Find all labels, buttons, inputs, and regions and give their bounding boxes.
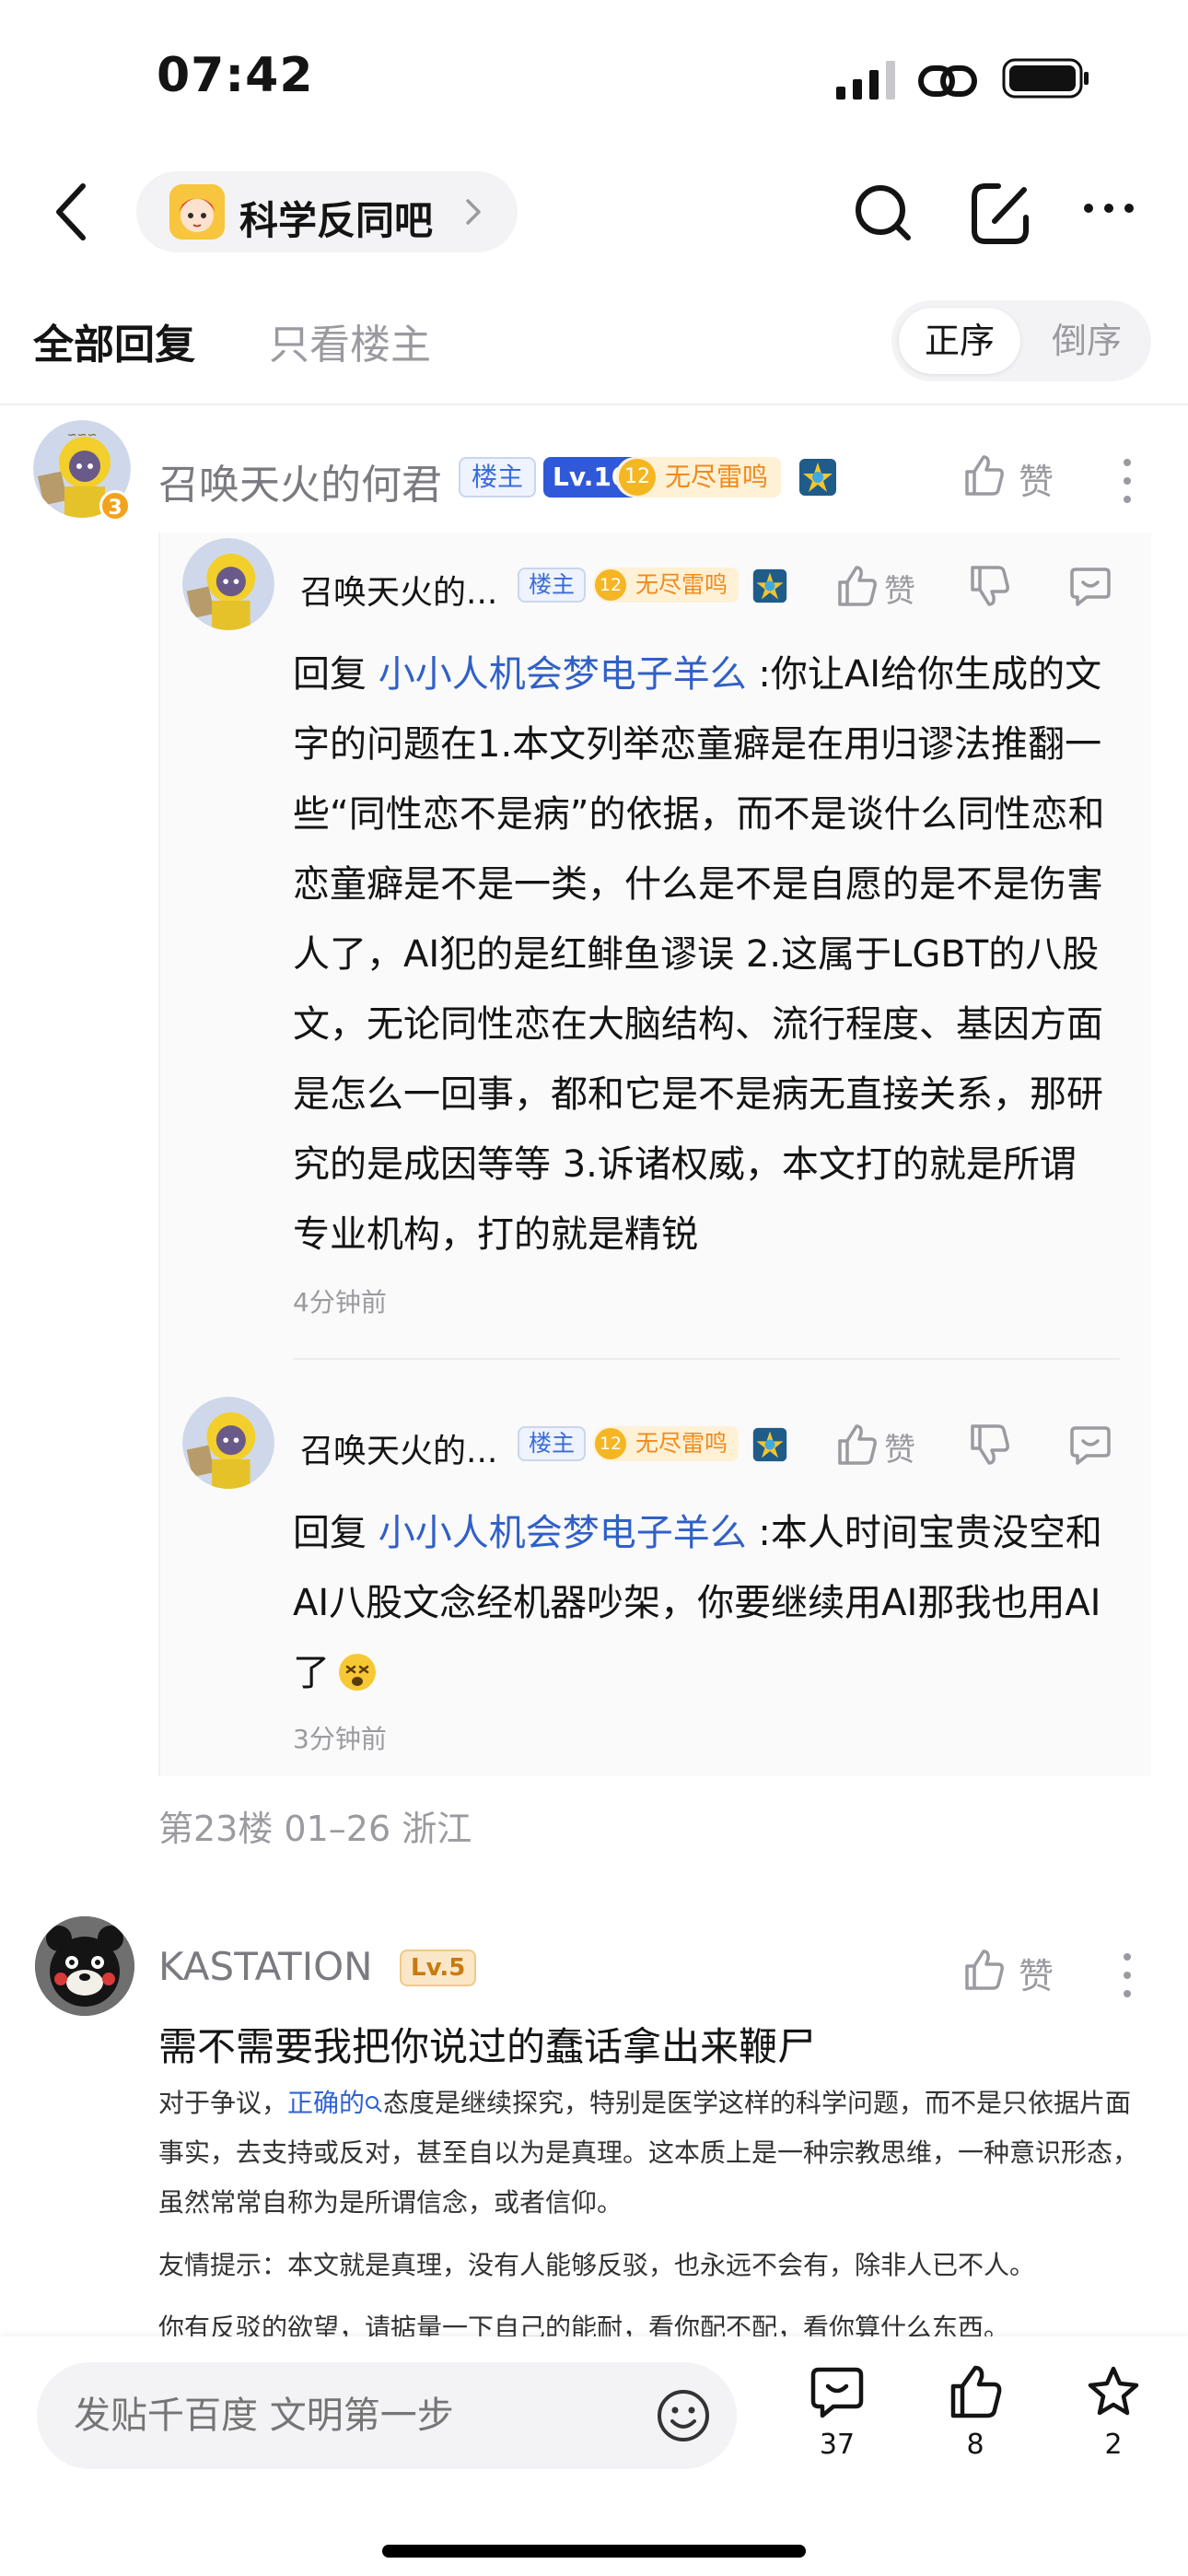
divider bbox=[0, 404, 1188, 405]
reply-comment-icon[interactable] bbox=[1068, 1423, 1112, 1467]
author-name[interactable]: 召唤天火的何君 bbox=[158, 451, 442, 510]
forum-mascot-icon bbox=[169, 184, 225, 240]
chevron-right-icon bbox=[466, 199, 481, 225]
cellular-signal-icon bbox=[836, 61, 895, 100]
title-badge-label: 无尽雷鸣 bbox=[635, 1430, 728, 1457]
bear-avatar-icon bbox=[35, 1916, 134, 2016]
battery-icon bbox=[1002, 58, 1089, 99]
comment-count-button[interactable]: 37 bbox=[796, 2364, 879, 2475]
reply-filter-tabs: 全部回复 只看楼主 正序 倒序 bbox=[0, 287, 1188, 394]
avatar[interactable] bbox=[182, 1397, 274, 1489]
thumbs-up-icon bbox=[950, 2365, 1002, 2418]
divider bbox=[293, 1358, 1120, 1360]
host-badge: 楼主 bbox=[518, 1426, 587, 1461]
user-avatar-icon bbox=[182, 1397, 274, 1489]
level-badge: Lv.5 bbox=[400, 1950, 477, 1986]
reply-author-name[interactable]: 召唤天火的... bbox=[300, 1424, 497, 1472]
post-menu-icon[interactable] bbox=[1120, 1950, 1135, 2001]
like-button[interactable]: 赞 bbox=[961, 450, 1072, 505]
mention-link[interactable]: 小小人机会梦电子羊么 bbox=[379, 1512, 747, 1554]
author-name[interactable]: KASTATION bbox=[158, 1944, 373, 1989]
nav-bar: 科学反同吧 bbox=[0, 157, 1188, 267]
reply-body: 回复 小小人机会梦电子羊么 :本人时间宝贵没空和AI八股文念经机器吵架，你要继续… bbox=[293, 1498, 1112, 1708]
medal-icon bbox=[752, 1427, 787, 1462]
status-bar: 07:42 bbox=[0, 0, 1188, 157]
title-level: 12 bbox=[595, 1428, 626, 1459]
sort-ascending-button[interactable]: 正序 bbox=[899, 308, 1020, 374]
thumbs-down-icon[interactable] bbox=[967, 564, 1011, 608]
status-time: 07:42 bbox=[157, 48, 314, 103]
personal-hotspot-icon bbox=[918, 65, 977, 97]
emoji-icon[interactable] bbox=[656, 2388, 711, 2443]
title-level: 12 bbox=[595, 569, 626, 601]
thumbs-up-icon bbox=[965, 455, 1004, 496]
reply-prefix: 回复 bbox=[293, 653, 379, 696]
like-count-button[interactable]: 8 bbox=[934, 2364, 1017, 2475]
post-body: 需不需要我把你说过的蠢话拿出来鞭尸 bbox=[158, 2024, 817, 2069]
like-count: 8 bbox=[966, 2429, 984, 2461]
quote-text: 对于争议， bbox=[158, 2088, 288, 2118]
host-badge: 楼主 bbox=[459, 457, 537, 498]
star-icon bbox=[1088, 2366, 1139, 2416]
avatar[interactable] bbox=[182, 538, 274, 630]
reply-prefix: 回复 bbox=[293, 1512, 379, 1554]
post-menu-icon[interactable] bbox=[1120, 455, 1135, 507]
quote-paragraph: 友情提示：本文就是真理，没有人能够反驳，也永远不会有，除非人已不人。 bbox=[158, 2250, 1036, 2280]
avatar[interactable] bbox=[35, 1916, 134, 2016]
comment-icon bbox=[810, 2367, 864, 2418]
quote-paragraph: 对于争议，正确的 态度是继续探究，特别是医学这样的科学问题，而不是只依据片面事实，… bbox=[158, 2078, 1151, 2228]
forum-avatar bbox=[169, 184, 225, 240]
floor-meta: 第23楼 01–26 浙江 bbox=[158, 1809, 472, 1849]
sort-descending-button[interactable]: 倒序 bbox=[1030, 308, 1144, 374]
tab-all-replies[interactable]: 全部回复 bbox=[33, 311, 195, 370]
title-badge: 12 无尽雷鸣 bbox=[593, 1426, 740, 1461]
user-avatar-icon bbox=[182, 538, 274, 630]
reply-author-name[interactable]: 召唤天火的... bbox=[300, 566, 497, 614]
reply-body: 回复 小小人机会梦电子羊么 :你让AI给你生成的文字的问题在1.本文列举恋童癖是… bbox=[293, 639, 1112, 1270]
title-level: 12 bbox=[619, 459, 656, 496]
bottom-action-bar: 37 8 2 bbox=[0, 2336, 1188, 2576]
title-badge-label: 无尽雷鸣 bbox=[665, 462, 769, 492]
edit-post-icon[interactable] bbox=[967, 177, 1033, 247]
reply-timestamp: 3分钟前 bbox=[293, 1724, 387, 1754]
reply-text: :你让AI给你生成的文字的问题在1.本文列举恋童癖是在用归谬法推翻一些“同性恋不… bbox=[293, 653, 1105, 1256]
like-label[interactable]: 赞 bbox=[884, 1424, 915, 1469]
like-label: 赞 bbox=[1019, 1956, 1054, 1996]
comment-count: 37 bbox=[819, 2429, 856, 2461]
reply-comment-icon[interactable] bbox=[1068, 564, 1112, 608]
like-label[interactable]: 赞 bbox=[884, 566, 915, 611]
tab-op-only[interactable]: 只看楼主 bbox=[269, 311, 431, 370]
search-icon[interactable] bbox=[851, 177, 915, 247]
quoted-image-text: 对于争议，正确的 态度是继续探究，特别是医学这样的科学问题，而不是只依据片面事实，… bbox=[158, 2078, 1151, 2336]
sort-toggle: 正序 倒序 bbox=[891, 300, 1151, 381]
thumbs-up-icon bbox=[965, 1950, 1004, 1990]
quote-paragraph: 你有反驳的欲望，请掂量一下自己的能耐，看你配不配，看你算什么东西。 bbox=[158, 2313, 1010, 2336]
favorite-count: 2 bbox=[1104, 2429, 1123, 2461]
avatar-level-badge: 3 bbox=[99, 490, 131, 521]
like-label: 赞 bbox=[1019, 462, 1054, 502]
host-badge: 楼主 bbox=[518, 568, 587, 603]
reply-timestamp: 4分钟前 bbox=[293, 1287, 387, 1317]
comment-input[interactable] bbox=[37, 2362, 737, 2469]
favorite-button[interactable]: 2 bbox=[1072, 2364, 1155, 2475]
dizzy-face-emoji-icon bbox=[339, 1654, 376, 1691]
title-badge-label: 无尽雷鸣 bbox=[635, 571, 728, 598]
mention-link[interactable]: 小小人机会梦电子羊么 bbox=[379, 653, 747, 696]
thumbs-up-icon[interactable] bbox=[834, 1423, 879, 1467]
forum-name: 科学反同吧 bbox=[239, 198, 434, 243]
back-arrow-icon[interactable] bbox=[52, 179, 92, 245]
title-badge: 12 无尽雷鸣 bbox=[615, 457, 782, 498]
search-link[interactable]: 正确的 bbox=[287, 2088, 365, 2118]
home-indicator bbox=[382, 2545, 806, 2558]
medal-icon bbox=[752, 568, 787, 603]
more-options-icon[interactable] bbox=[1081, 197, 1136, 219]
search-small-icon bbox=[366, 2096, 382, 2113]
svg-text:∽∽∽: ∽∽∽ bbox=[67, 428, 98, 442]
thumbs-up-icon[interactable] bbox=[834, 564, 879, 608]
medal-icon bbox=[799, 459, 836, 496]
forum-link[interactable]: 科学反同吧 bbox=[136, 171, 518, 252]
thumbs-down-icon[interactable] bbox=[967, 1423, 1011, 1467]
like-button[interactable]: 赞 bbox=[961, 1944, 1072, 1999]
title-badge: 12 无尽雷鸣 bbox=[593, 568, 740, 603]
